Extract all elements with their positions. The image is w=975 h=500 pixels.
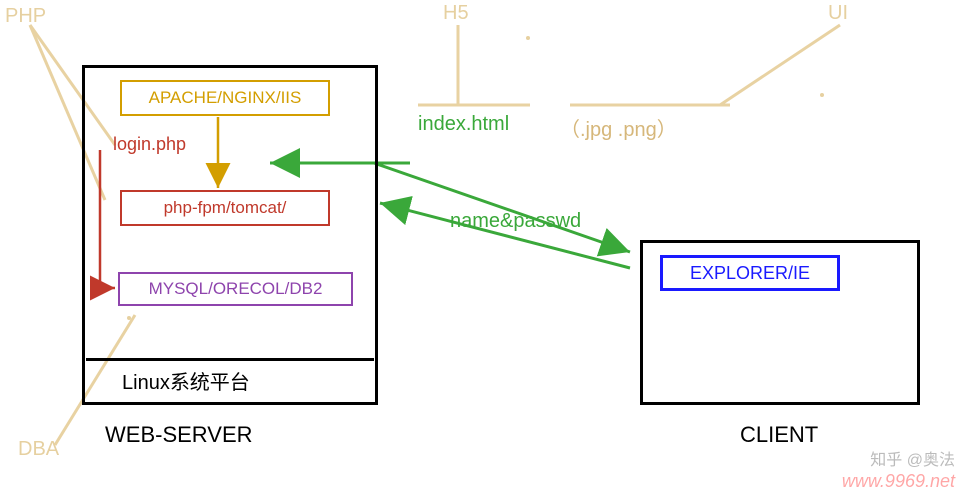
watermark-zhihu: 知乎 @奥法 bbox=[870, 446, 955, 470]
box-apache: APACHE/NGINX/IIS bbox=[120, 80, 330, 116]
box-explorer: EXPLORER/IE bbox=[660, 255, 840, 291]
text-linux: Linux系统平台 bbox=[122, 366, 250, 395]
title-web-server: WEB-SERVER bbox=[105, 422, 253, 448]
text-indexhtml: index.html bbox=[418, 113, 509, 136]
server-outer-box bbox=[82, 65, 378, 405]
label-ui: UI bbox=[828, 2, 848, 25]
label-dba: DBA bbox=[18, 438, 59, 461]
box-mysql: MYSQL/ORECOL/DB2 bbox=[118, 272, 353, 306]
label-h5: H5 bbox=[443, 2, 469, 25]
text-namepass: name&passwd bbox=[450, 210, 581, 233]
title-client: CLIENT bbox=[740, 422, 818, 448]
watermark-url: www.9969.net bbox=[842, 471, 955, 492]
label-php: PHP bbox=[5, 5, 46, 28]
box-phpfpm: php-fpm/tomcat/ bbox=[120, 190, 330, 226]
text-imgext: （.jpg .png） bbox=[560, 113, 677, 142]
text-login-php: login.php bbox=[113, 134, 186, 155]
